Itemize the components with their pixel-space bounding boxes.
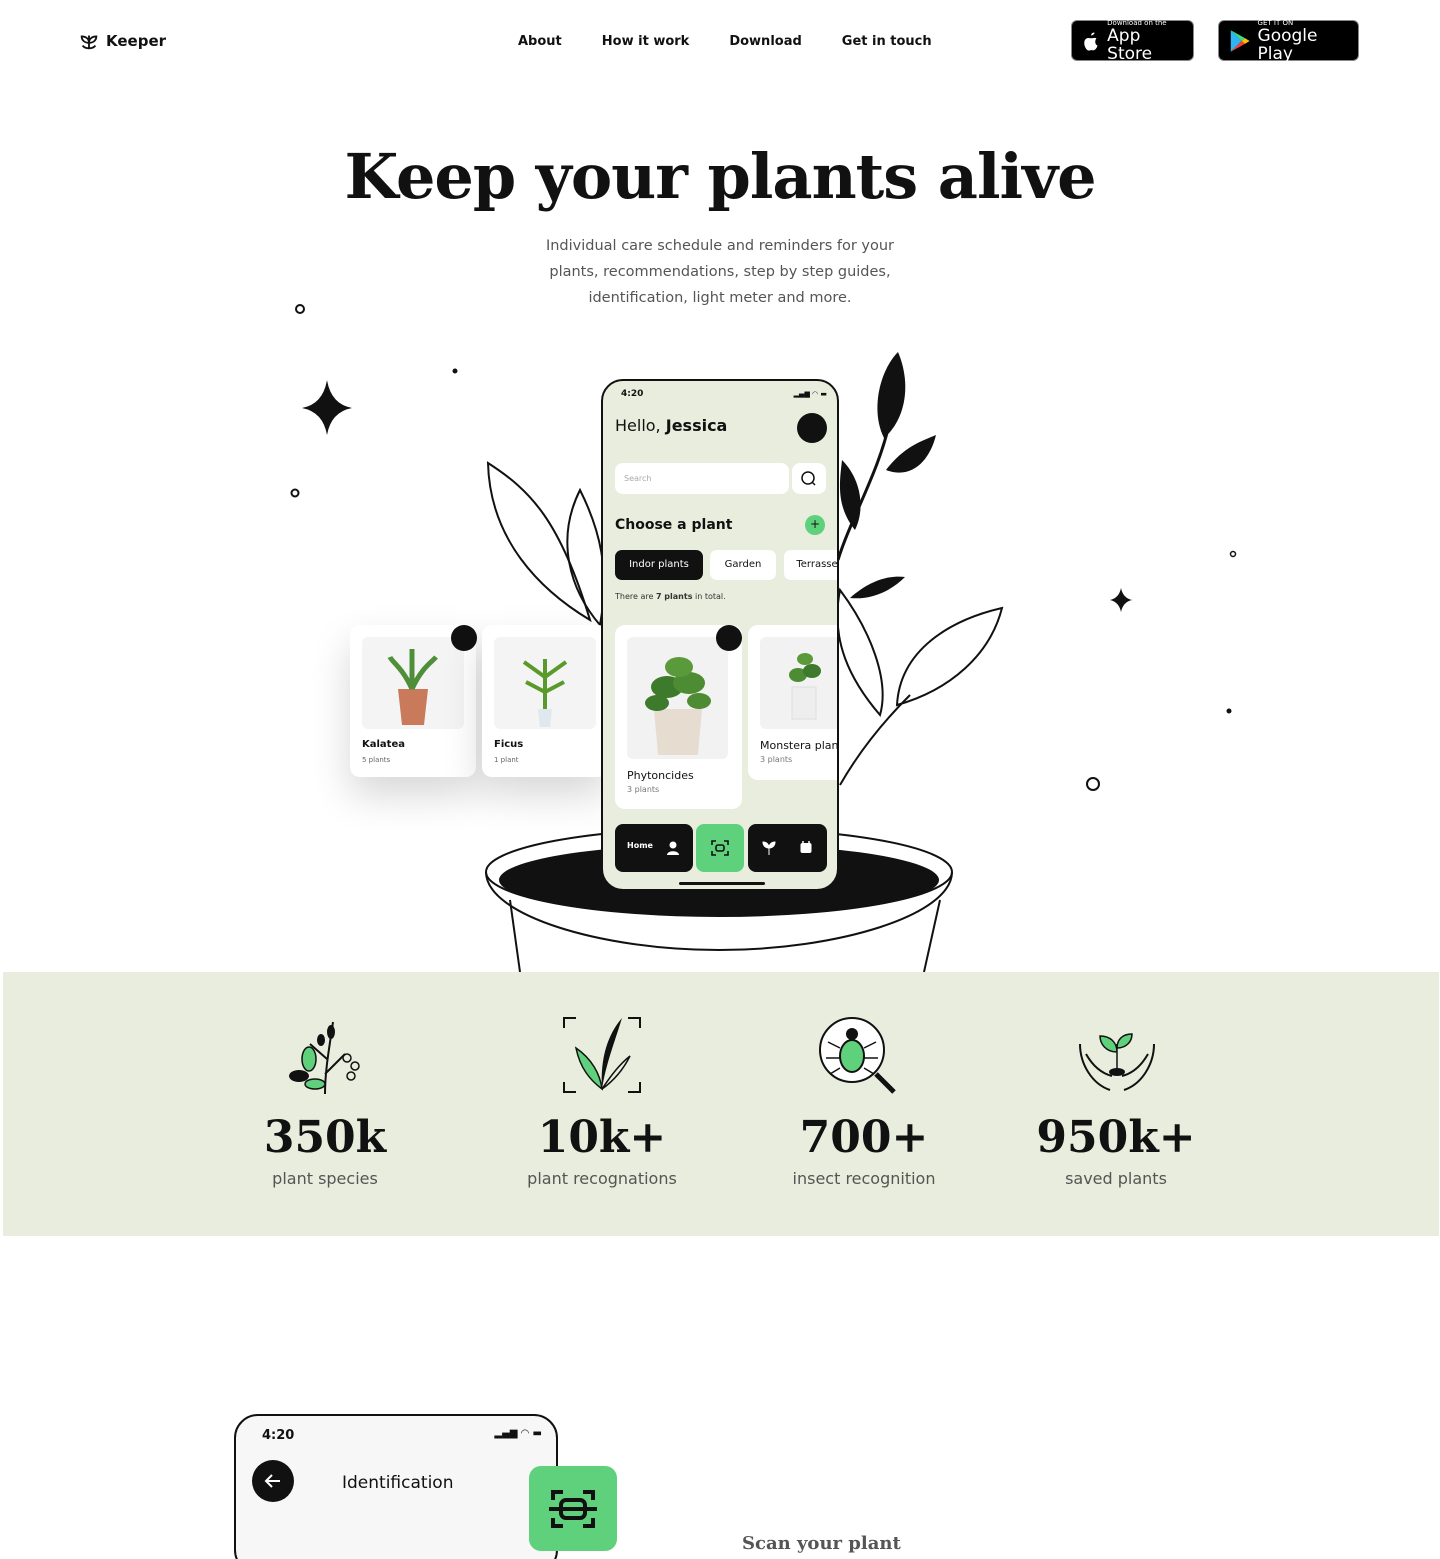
plant-icon	[762, 841, 776, 855]
home-indicator	[679, 882, 765, 885]
status-time: 4:20	[621, 389, 644, 399]
stat-value: 350k	[263, 1112, 387, 1163]
plant-card-count: 5 plants	[362, 756, 391, 764]
potted-plant-icon	[387, 649, 438, 725]
count-prefix: There are	[615, 592, 654, 601]
bottom-nav: Home	[615, 824, 827, 872]
bug-magnifier-icon	[819, 1017, 896, 1094]
screen-title: Identification	[342, 1473, 454, 1493]
star-icon	[302, 380, 352, 435]
decor-ring	[295, 304, 305, 314]
decor-ring	[290, 488, 300, 498]
plant-card[interactable]: Monstera plant 3 plants	[748, 625, 839, 780]
greeting: Hello, Jessica	[615, 416, 727, 435]
star-icon	[1110, 588, 1132, 612]
decor-ring	[1229, 550, 1237, 558]
plant-badge-icon	[451, 625, 477, 651]
scan-button[interactable]	[529, 1466, 617, 1551]
arrow-left-icon	[264, 1474, 280, 1488]
plant-count: There are 7 plants in total.	[615, 592, 726, 601]
back-button[interactable]	[252, 1460, 294, 1502]
plant-card-name: Kalatea	[362, 739, 405, 750]
decor-ring	[1086, 777, 1100, 791]
plant-card[interactable]: Phytoncides 3 plants	[615, 625, 742, 809]
scan-heading: Scan your plant	[742, 1533, 901, 1554]
user-icon	[667, 841, 679, 855]
phone-mockup: 4:20 ▂▄▆ ◠ ▬ Hello, Jessica Search Choos…	[601, 379, 839, 891]
search-icon	[801, 471, 816, 486]
potted-plant-icon	[789, 653, 821, 720]
potted-plant-icon	[522, 659, 568, 727]
floating-plant-card[interactable]: Ficus 1 plant	[482, 625, 608, 777]
plant-card-count: 3 plants	[627, 785, 660, 794]
tab-indor-plants[interactable]: Indor plants	[615, 550, 703, 580]
ficus-image	[494, 637, 596, 729]
decor-dot	[1226, 708, 1232, 714]
plant-card-count: 1 plant	[494, 756, 519, 764]
floating-plant-card[interactable]: Kalatea 5 plants	[350, 625, 477, 777]
stat-value: 10k+	[537, 1112, 667, 1163]
add-plant-button[interactable]: +	[805, 515, 825, 535]
stat-label: plant species	[272, 1169, 378, 1188]
scan-icon	[711, 840, 729, 856]
search-button[interactable]	[792, 463, 826, 494]
plant-card-name: Phytoncides	[627, 769, 694, 782]
kalatea-image	[362, 637, 464, 729]
nav-tools-segment[interactable]	[748, 824, 827, 872]
stat-value: 950k+	[1036, 1112, 1196, 1163]
scan-leaf-icon	[563, 1017, 641, 1093]
identification-phone: 4:20 ▂▄▆ ◠ ▬ Identification	[234, 1414, 558, 1559]
plant-badge-icon	[716, 625, 742, 651]
plant-card-count: 3 plants	[760, 755, 793, 764]
count-suffix: in total.	[695, 592, 726, 601]
stat-label: plant recognations	[527, 1169, 677, 1188]
plant-card-name: Monstera plant	[760, 739, 839, 752]
greeting-text: Hello,	[615, 416, 661, 435]
count-value: 7 plants	[655, 592, 693, 601]
tab-terrasse[interactable]: Terrasse	[784, 550, 837, 580]
decor-dot	[452, 368, 458, 374]
user-name: Jessica	[665, 416, 728, 435]
hands-sprout-icon	[1079, 1033, 1155, 1091]
status-icons: ▂▄▆ ◠ ▬	[494, 1428, 542, 1439]
plant-branch-icon	[289, 1021, 360, 1095]
nav-home-segment[interactable]: Home	[615, 824, 693, 872]
avatar[interactable]	[797, 413, 827, 443]
calendar-icon	[800, 841, 812, 853]
plant-card-name: Ficus	[494, 739, 524, 750]
stats-section: 350k plant species 10k+ plant recognatio…	[3, 972, 1439, 1236]
stat-label: saved plants	[1065, 1169, 1167, 1188]
status-icons: ▂▄▆ ◠ ▬	[793, 390, 827, 398]
tab-garden[interactable]: Garden	[710, 550, 776, 580]
search-input[interactable]: Search	[615, 463, 789, 494]
scan-icon	[549, 1490, 597, 1528]
status-time: 4:20	[262, 1428, 295, 1443]
section-title: Choose a plant	[615, 517, 733, 533]
potted-plant-icon	[645, 657, 711, 755]
stat-value: 700+	[799, 1112, 929, 1163]
nav-home-label: Home	[627, 841, 653, 850]
monstera-image	[760, 637, 837, 729]
phytoncides-image	[627, 637, 728, 759]
stat-label: insect recognition	[792, 1169, 936, 1188]
nav-scan-button[interactable]	[696, 824, 744, 872]
